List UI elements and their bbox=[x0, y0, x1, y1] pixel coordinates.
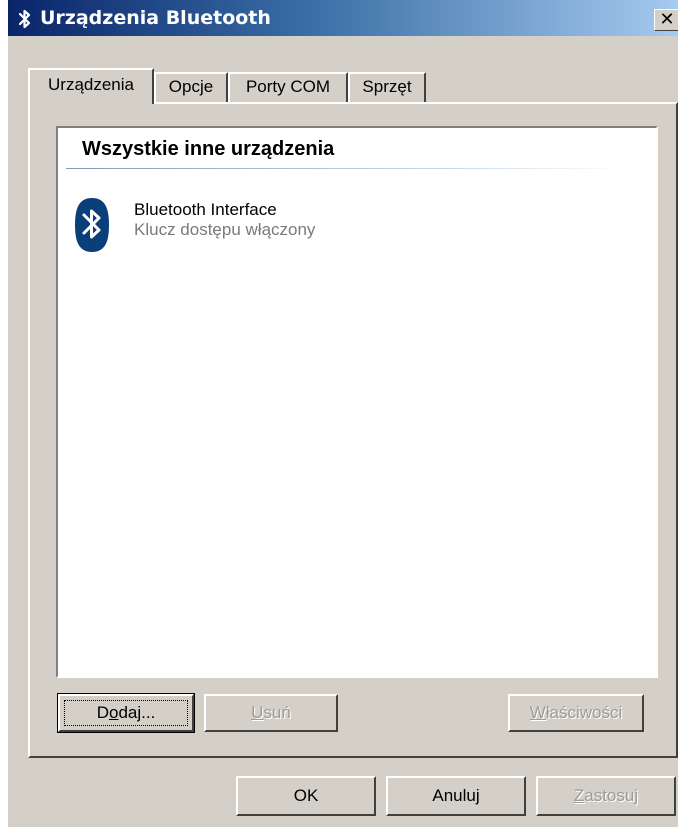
properties-button-label: Właściwości bbox=[529, 703, 623, 722]
cancel-button-label: Anuluj bbox=[432, 786, 480, 805]
apply-button[interactable]: Zastosuj bbox=[536, 776, 676, 816]
tab-com-ports[interactable]: Porty COM bbox=[228, 72, 348, 102]
window-title: Urządzenia Bluetooth bbox=[40, 7, 271, 29]
group-header: Wszystkie inne urządzenia bbox=[82, 138, 335, 160]
tab-label: Sprzęt bbox=[362, 77, 412, 96]
remove-button[interactable]: Usuń bbox=[204, 694, 338, 732]
title-bar[interactable]: Urządzenia Bluetooth ✕ bbox=[8, 0, 678, 36]
close-button[interactable]: ✕ bbox=[654, 9, 678, 31]
properties-button[interactable]: Właściwości bbox=[508, 694, 644, 732]
close-icon: ✕ bbox=[659, 9, 675, 30]
device-status: Klucz dostępu włączony bbox=[134, 220, 316, 239]
tab-label: Urządzenia bbox=[48, 75, 134, 94]
bluetooth-devices-dialog: Urządzenia Bluetooth ✕ Urządzenia Opcje … bbox=[8, 0, 678, 827]
tab-label: Porty COM bbox=[245, 77, 331, 96]
apply-button-label: Zastosuj bbox=[573, 786, 639, 805]
ok-button[interactable]: OK bbox=[236, 776, 376, 816]
group-divider bbox=[66, 168, 626, 169]
tab-devices[interactable]: Urządzenia bbox=[28, 68, 154, 104]
tab-label: Opcje bbox=[168, 77, 214, 96]
device-name: Bluetooth Interface bbox=[134, 200, 277, 219]
add-button[interactable]: Dodaj... bbox=[57, 693, 195, 733]
tab-options[interactable]: Opcje bbox=[154, 72, 228, 102]
tab-hardware[interactable]: Sprzęt bbox=[348, 72, 426, 102]
device-list[interactable]: Wszystkie inne urządzenia Bluetooth Inte… bbox=[56, 126, 658, 678]
list-item[interactable]: Bluetooth Interface Klucz dostępu włączo… bbox=[66, 194, 466, 256]
ok-button-label: OK bbox=[293, 786, 319, 805]
cancel-button[interactable]: Anuluj bbox=[386, 776, 526, 816]
add-button-label: Dodaj... bbox=[96, 703, 156, 722]
bluetooth-icon bbox=[18, 9, 31, 29]
bluetooth-icon bbox=[75, 198, 109, 252]
remove-button-label: Usuń bbox=[251, 703, 291, 722]
